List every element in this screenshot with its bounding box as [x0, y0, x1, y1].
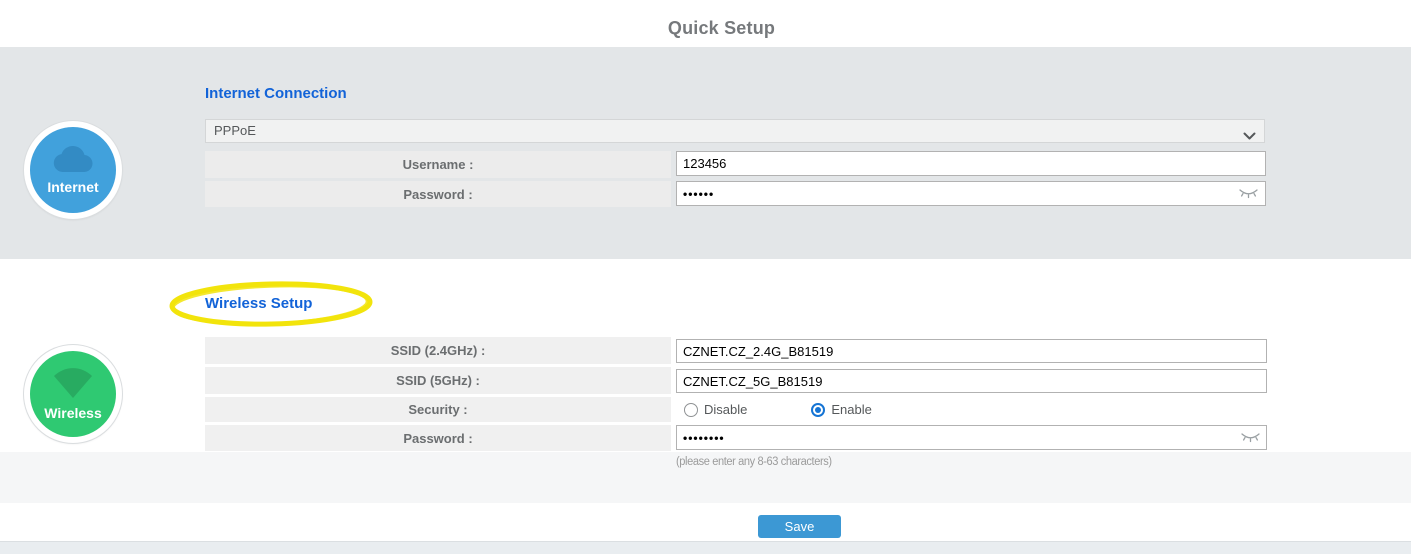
password-label: Password :	[205, 181, 671, 207]
ssid-5g-label: SSID (5GHz) :	[205, 367, 671, 394]
security-enable-label[interactable]: Enable	[831, 402, 871, 417]
save-button[interactable]: Save	[758, 515, 841, 538]
eye-closed-icon[interactable]	[1238, 187, 1259, 205]
internet-connection-heading: Internet Connection	[205, 85, 347, 102]
wireless-password-label: Password :	[205, 425, 671, 451]
ssid-24g-input[interactable]	[676, 339, 1267, 363]
password-input[interactable]	[676, 181, 1266, 206]
security-disable-label[interactable]: Disable	[704, 402, 747, 417]
wireless-badge: Wireless	[24, 345, 122, 443]
password-hint: (please enter any 8-63 characters)	[676, 456, 832, 468]
wifi-icon	[50, 368, 96, 403]
internet-badge-label: Internet	[47, 179, 98, 195]
ssid-24g-label: SSID (2.4GHz) :	[205, 337, 671, 364]
cloud-icon	[51, 145, 95, 177]
username-label: Username :	[205, 151, 671, 178]
ssid-5g-input[interactable]	[676, 369, 1267, 393]
eye-closed-icon[interactable]	[1240, 431, 1261, 449]
quick-setup-page: Quick Setup Internet Connection PPPoE Us…	[0, 0, 1411, 554]
internet-badge: Internet	[24, 121, 122, 219]
security-enable-radio[interactable]	[811, 403, 825, 417]
security-label: Security :	[205, 397, 671, 422]
connection-type-select[interactable]: PPPoE	[205, 119, 1265, 143]
footer-strip	[0, 541, 1411, 554]
security-radio-group: Disable Enable	[684, 397, 1084, 422]
wireless-password-input[interactable]	[676, 425, 1267, 450]
connection-type-value: PPPoE	[214, 123, 256, 138]
security-disable-radio[interactable]	[684, 403, 698, 417]
wireless-setup-heading: Wireless Setup	[205, 295, 312, 312]
chevron-down-icon	[1243, 126, 1256, 148]
username-input[interactable]	[676, 151, 1266, 176]
save-bar	[0, 503, 1411, 541]
page-title: Quick Setup	[0, 18, 1411, 39]
wireless-badge-label: Wireless	[44, 405, 101, 421]
